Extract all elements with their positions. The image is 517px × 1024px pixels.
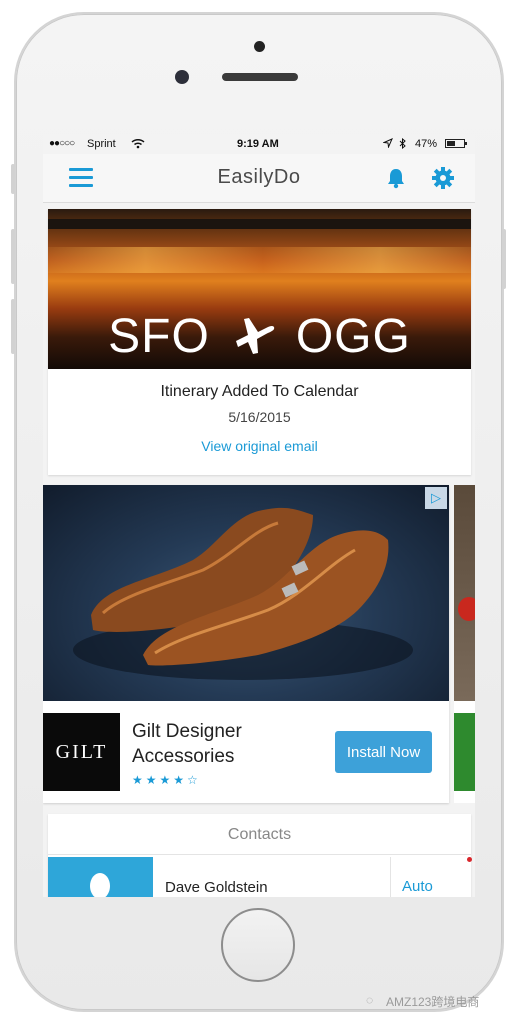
bluetooth-icon — [399, 137, 407, 152]
shoe-ad-photo: ▷ — [43, 485, 449, 701]
contacts-heading: Contacts — [227, 826, 292, 843]
itinerary-title: Itinerary Added To Calendar — [160, 383, 359, 400]
power-button — [502, 229, 506, 289]
contacts-card[interactable]: Contacts Dave Goldstein Auto — [48, 814, 472, 897]
sunset-lake-photo: SFO OGG — [48, 209, 471, 369]
volume-down-button — [11, 299, 15, 354]
view-email-link[interactable]: View original email — [48, 438, 471, 454]
earpiece-speaker — [222, 73, 298, 81]
itinerary-date: 5/16/2015 — [228, 409, 291, 425]
carrier-name: Sprint — [87, 138, 116, 150]
wifi-icon — [131, 138, 145, 152]
home-button[interactable] — [221, 908, 295, 982]
signal-strength: ●●○○○ — [49, 138, 75, 149]
next-ad-photo — [454, 485, 475, 701]
wechat-icon: ◌ — [366, 993, 374, 1007]
app-title: EasilyDo — [217, 166, 301, 188]
front-camera — [175, 70, 189, 84]
status-bar: ●●○○○ Sprint 9:19 AM 47% — [43, 134, 475, 154]
adchoices-icon[interactable]: ▷ — [425, 487, 447, 509]
battery-icon — [445, 139, 467, 148]
rating-stars: ★★★★☆ — [132, 773, 201, 787]
mute-switch — [11, 164, 15, 194]
install-now-button[interactable]: Install Now — [335, 731, 432, 773]
airplane-icon — [230, 311, 276, 355]
bell-icon[interactable] — [385, 167, 407, 189]
divider — [390, 857, 391, 897]
gear-icon[interactable] — [431, 166, 455, 190]
next-ad-red-shape — [458, 597, 475, 621]
ad-card[interactable]: ▷ GILT Gilt Designer Accessories ★★★★☆ I… — [43, 485, 449, 803]
app-screen: ●●○○○ Sprint 9:19 AM 47% EasilyDo SFO OG… — [43, 134, 475, 897]
status-time: 9:19 AM — [237, 138, 279, 150]
volume-up-button — [11, 229, 15, 284]
watermark-text: AMZ123跨境电商 — [386, 995, 480, 1009]
proximity-sensor — [254, 41, 265, 52]
itinerary-card[interactable]: SFO OGG Itinerary Added To Calendar 5/16/… — [48, 209, 471, 475]
next-ad-logo — [454, 713, 475, 791]
battery-percent: 47% — [415, 138, 438, 150]
location-icon — [382, 138, 393, 151]
gilt-logo: GILT — [43, 713, 120, 791]
origin-airport: SFO — [108, 310, 210, 363]
next-ad-card-peek[interactable] — [454, 485, 475, 803]
navigation-bar: EasilyDo — [43, 154, 475, 203]
contact-name: Dave Goldstein — [165, 879, 268, 896]
flight-route: SFO OGG — [48, 309, 471, 364]
notification-dot — [467, 857, 472, 862]
divider — [48, 854, 471, 855]
auto-action-button[interactable]: Auto — [402, 878, 433, 895]
contact-avatar — [48, 857, 153, 897]
destination-airport: OGG — [295, 310, 411, 363]
ad-title: Gilt Designer Accessories — [132, 721, 242, 767]
